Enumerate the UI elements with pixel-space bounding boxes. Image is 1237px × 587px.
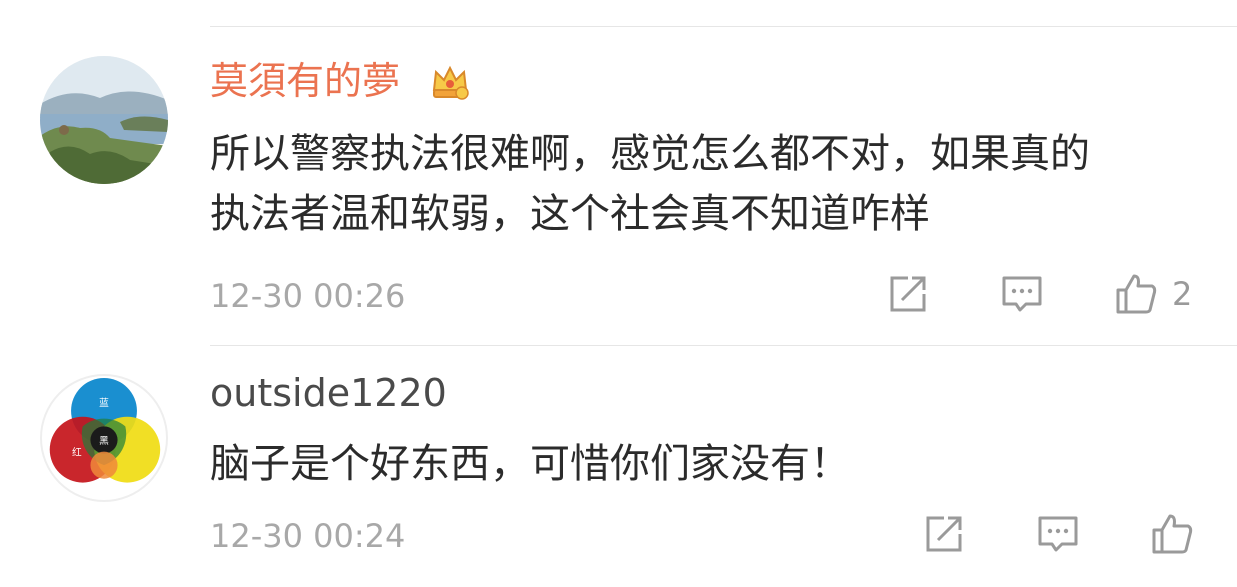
timestamp: 12-30 00:24 (210, 517, 406, 555)
thumbs-up-icon (1152, 514, 1193, 554)
landscape-lake-avatar (40, 56, 168, 184)
like-count: 2 (1172, 275, 1193, 313)
avatar[interactable] (40, 56, 168, 184)
username[interactable]: 莫須有的夢 (210, 58, 400, 104)
color-circles-avatar: 蓝 黑 红 (49, 377, 161, 483)
repost-icon (926, 516, 962, 552)
thumbs-up-icon (1116, 274, 1157, 314)
avatar-glyph: 红 (72, 445, 82, 458)
like-button[interactable] (1150, 512, 1194, 556)
username[interactable]: outside1220 (210, 370, 447, 416)
comment-icon (1038, 516, 1078, 552)
comment-icon (1002, 276, 1042, 312)
repost-button[interactable] (922, 512, 966, 556)
like-button[interactable]: 2 (1114, 272, 1192, 316)
comment-text: 脑子是个好东西，可惜你们家没有！ (210, 434, 1210, 494)
comment-text-line: 所以警察执法很难啊，感觉怎么都不对，如果真的 (210, 131, 1090, 177)
reply-button[interactable] (1000, 272, 1044, 316)
avatar[interactable]: 蓝 黑 红 (40, 374, 168, 502)
avatar-glyph: 蓝 (99, 397, 109, 409)
comment-item: 莫須有的夢 所以警察执法很难啊，感觉怎么都不对，如果真的 执法者温和软弱，这个社… (0, 0, 1237, 345)
comment-text-line: 脑子是个好东西，可惜你们家没有！ (210, 441, 850, 487)
comment-text-line: 执法者温和软弱，这个社会真不知道咋样 (210, 191, 930, 237)
repost-icon (890, 276, 926, 312)
timestamp: 12-30 00:26 (210, 277, 406, 315)
comment-item: 蓝 黑 红 outside1220 脑子是个好东西，可惜你们家没有！ 12-30… (0, 346, 1237, 587)
reply-button[interactable] (1036, 512, 1080, 556)
comment-text: 所以警察执法很难啊，感觉怎么都不对，如果真的 执法者温和软弱，这个社会真不知道咋… (210, 124, 1210, 244)
avatar-glyph: 黑 (99, 435, 109, 447)
vip-crown-icon[interactable] (428, 60, 472, 104)
repost-button[interactable] (886, 272, 930, 316)
